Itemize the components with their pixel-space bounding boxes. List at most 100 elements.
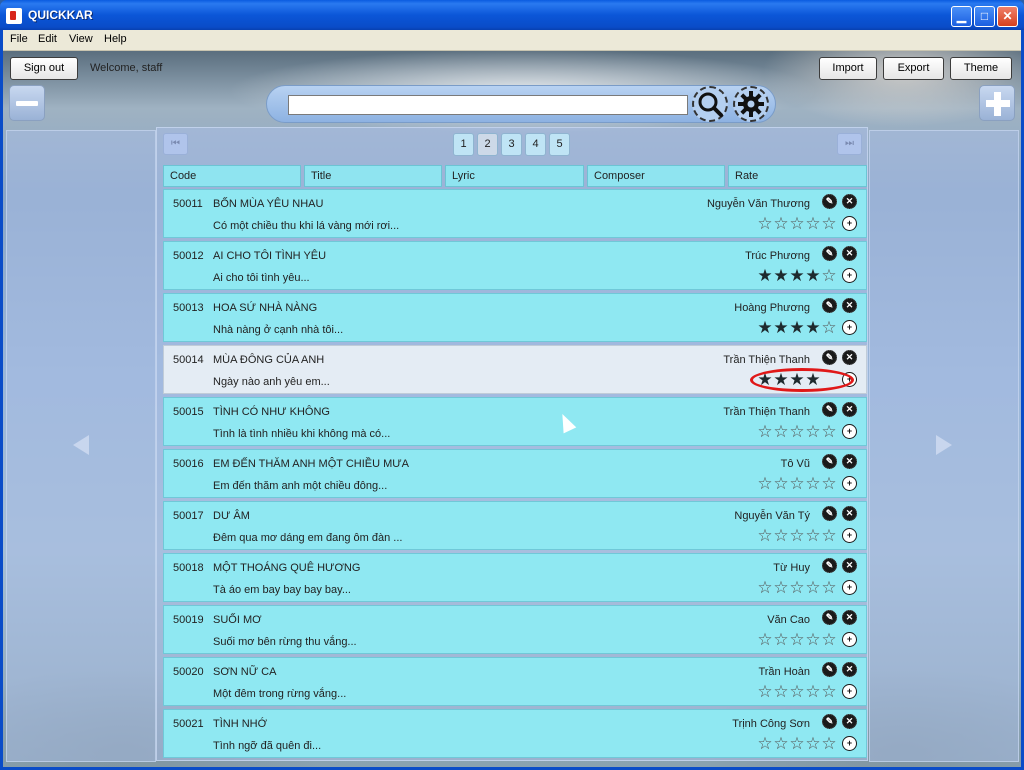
edit-song-icon[interactable]: ✎	[822, 298, 837, 313]
star-icon[interactable]: ☆	[789, 215, 805, 233]
star-icon[interactable]: ☆	[789, 631, 805, 649]
menu-view[interactable]: View	[69, 33, 93, 45]
song-row[interactable]: 50021 TÌNH NHỚ Tình ngỡ đã quên đi... Trịnh…	[163, 709, 867, 758]
song-row[interactable]: 50018 MỘT THOÁNG QUÊ HƯƠNG Tà áo em bay ba…	[163, 553, 867, 602]
rating-stars[interactable]: ☆☆☆☆☆	[757, 215, 837, 233]
song-row[interactable]: 50011 BỐN MÙA YÊU NHAU Có một chiều thu kh…	[163, 189, 867, 238]
edit-song-icon[interactable]: ✎	[822, 402, 837, 417]
column-lyric[interactable]: Lyric	[445, 165, 584, 187]
delete-song-icon[interactable]: ✕	[842, 298, 857, 313]
star-icon[interactable]: ☆	[821, 683, 837, 701]
add-to-playlist-icon[interactable]: +	[842, 320, 857, 335]
first-page-button[interactable]: ⏮	[163, 133, 188, 155]
add-to-playlist-icon[interactable]: +	[842, 632, 857, 647]
export-button[interactable]: Export	[883, 57, 944, 80]
star-icon[interactable]: ☆	[773, 215, 789, 233]
star-icon[interactable]: ★	[757, 267, 773, 285]
star-icon[interactable]: ☆	[805, 423, 821, 441]
add-to-playlist-icon[interactable]: +	[842, 736, 857, 751]
delete-song-icon[interactable]: ✕	[842, 506, 857, 521]
song-row[interactable]: 50020 SƠN NỮ CA Một đêm trong rừng vắng...…	[163, 657, 867, 706]
star-icon[interactable]: ☆	[773, 475, 789, 493]
rating-stars[interactable]: ☆☆☆☆☆	[757, 631, 837, 649]
add-song-button[interactable]	[979, 85, 1015, 121]
star-icon[interactable]: ☆	[757, 527, 773, 545]
star-icon[interactable]: ★	[773, 267, 789, 285]
page-2-button[interactable]: 2	[477, 133, 498, 156]
star-icon[interactable]: ☆	[757, 215, 773, 233]
add-to-playlist-icon[interactable]: +	[842, 528, 857, 543]
delete-song-icon[interactable]: ✕	[842, 662, 857, 677]
menu-help[interactable]: Help	[104, 33, 127, 45]
menu-edit[interactable]: Edit	[38, 33, 57, 45]
previous-arrow-icon[interactable]	[73, 435, 89, 455]
edit-song-icon[interactable]: ✎	[822, 558, 837, 573]
edit-song-icon[interactable]: ✎	[822, 454, 837, 469]
menu-file[interactable]: File	[10, 33, 28, 45]
star-icon[interactable]: ☆	[773, 735, 789, 753]
star-icon[interactable]: ☆	[757, 475, 773, 493]
edit-song-icon[interactable]: ✎	[822, 350, 837, 365]
star-icon[interactable]: ☆	[805, 215, 821, 233]
star-icon[interactable]: ☆	[805, 631, 821, 649]
minimize-button[interactable]: ▁	[951, 6, 972, 27]
star-icon[interactable]: ☆	[773, 579, 789, 597]
star-icon[interactable]: ☆	[789, 579, 805, 597]
import-button[interactable]: Import	[819, 57, 877, 80]
star-icon[interactable]: ☆	[821, 267, 837, 285]
delete-song-icon[interactable]: ✕	[842, 610, 857, 625]
star-icon[interactable]: ☆	[805, 735, 821, 753]
star-icon[interactable]: ☆	[757, 683, 773, 701]
star-icon[interactable]: ★	[805, 319, 821, 337]
song-row[interactable]: 50016 EM ĐẾN THĂM ANH MỘT CHIỀU MƯA Em đến…	[163, 449, 867, 498]
add-to-playlist-icon[interactable]: +	[842, 580, 857, 595]
maximize-button[interactable]: □	[974, 6, 995, 27]
close-button[interactable]: ✕	[997, 6, 1018, 27]
star-icon[interactable]: ☆	[757, 579, 773, 597]
song-row[interactable]: 50014 MÙA ĐÔNG CỦA ANH Ngày nào anh yêu em…	[163, 345, 867, 394]
star-icon[interactable]: ☆	[821, 423, 837, 441]
page-4-button[interactable]: 4	[525, 133, 546, 156]
sign-out-button[interactable]: Sign out	[10, 57, 78, 80]
delete-song-icon[interactable]: ✕	[842, 246, 857, 261]
settings-button[interactable]	[733, 86, 769, 122]
rating-stars[interactable]: ★★★★☆	[757, 267, 837, 285]
star-icon[interactable]: ☆	[821, 631, 837, 649]
edit-song-icon[interactable]: ✎	[822, 246, 837, 261]
next-arrow-icon[interactable]	[936, 435, 952, 455]
song-row[interactable]: 50012 AI CHO TÔI TÌNH YÊU Ai cho tôi tình …	[163, 241, 867, 290]
star-icon[interactable]: ☆	[773, 631, 789, 649]
add-to-playlist-icon[interactable]: +	[842, 476, 857, 491]
star-icon[interactable]: ☆	[821, 527, 837, 545]
delete-song-icon[interactable]: ✕	[842, 194, 857, 209]
star-icon[interactable]: ☆	[773, 423, 789, 441]
star-icon[interactable]: ★	[757, 319, 773, 337]
rating-stars[interactable]: ☆☆☆☆☆	[757, 527, 837, 545]
last-page-button[interactable]: ⏭	[837, 133, 862, 155]
song-row[interactable]: 50017 DƯ ÂM Đêm qua mơ dáng em đang ôm đàn…	[163, 501, 867, 550]
page-5-button[interactable]: 5	[549, 133, 570, 156]
add-to-playlist-icon[interactable]: +	[842, 684, 857, 699]
star-icon[interactable]: ☆	[773, 683, 789, 701]
star-icon[interactable]: ☆	[821, 215, 837, 233]
star-icon[interactable]: ★	[789, 267, 805, 285]
rating-stars[interactable]: ★★★★☆	[757, 319, 837, 337]
star-icon[interactable]: ☆	[757, 631, 773, 649]
star-icon[interactable]: ☆	[805, 475, 821, 493]
delete-song-icon[interactable]: ✕	[842, 558, 857, 573]
star-icon[interactable]: ☆	[757, 423, 773, 441]
rating-stars[interactable]: ☆☆☆☆☆	[757, 735, 837, 753]
search-button[interactable]	[692, 86, 728, 122]
edit-song-icon[interactable]: ✎	[822, 610, 837, 625]
edit-song-icon[interactable]: ✎	[822, 714, 837, 729]
star-icon[interactable]: ☆	[821, 579, 837, 597]
delete-song-icon[interactable]: ✕	[842, 350, 857, 365]
delete-song-icon[interactable]: ✕	[842, 402, 857, 417]
delete-song-icon[interactable]: ✕	[842, 454, 857, 469]
song-row[interactable]: 50013 HOA SỨ NHÀ NÀNG Nhà nàng ở cạnh nhà …	[163, 293, 867, 342]
edit-song-icon[interactable]: ✎	[822, 662, 837, 677]
song-row[interactable]: 50015 TÌNH CÓ NHƯ KHÔNG Tình là tình nhiều…	[163, 397, 867, 446]
rating-stars[interactable]: ☆☆☆☆☆	[757, 683, 837, 701]
theme-button[interactable]: Theme	[950, 57, 1012, 80]
star-icon[interactable]: ☆	[789, 423, 805, 441]
